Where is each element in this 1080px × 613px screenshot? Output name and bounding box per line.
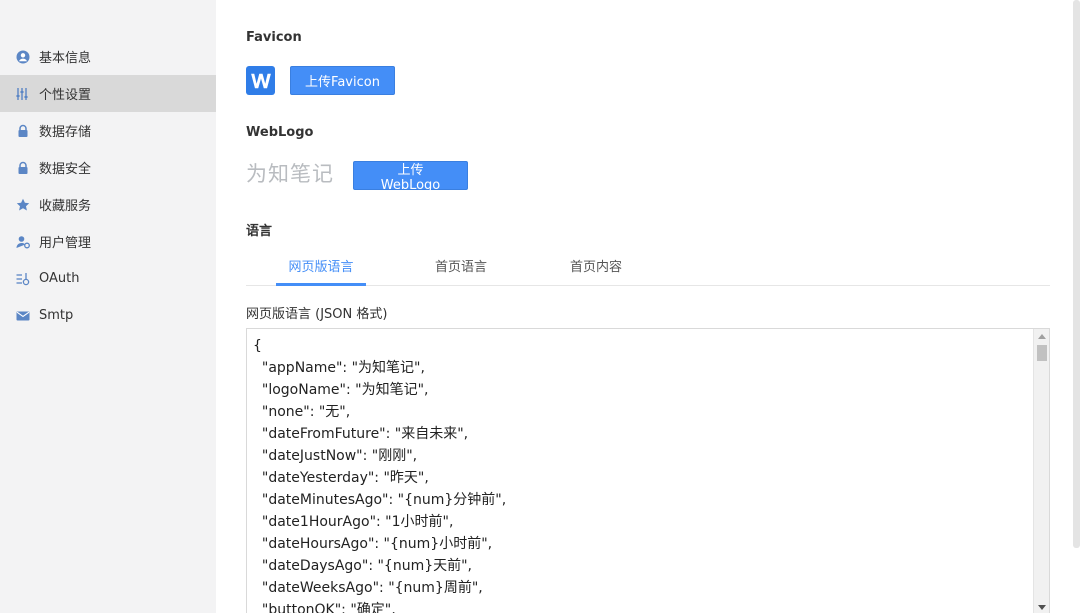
code-line: "buttonOK": "确定", bbox=[253, 602, 396, 613]
code-line: "dateMinutesAgo": "{num}分钟前", bbox=[253, 492, 507, 508]
code-line: "date1HourAgo": "1小时前", bbox=[253, 514, 454, 530]
sidebar-item-label: 数据安全 bbox=[39, 162, 92, 177]
editor-scrollbar[interactable] bbox=[1033, 329, 1049, 613]
code-line: "logoName": "为知笔记", bbox=[253, 382, 429, 398]
tab-web-language[interactable]: 网页版语言 bbox=[276, 246, 366, 286]
weblogo-preview: 为知笔记 bbox=[246, 162, 334, 186]
lock-icon bbox=[16, 161, 30, 175]
code-line: "none": "无", bbox=[253, 404, 351, 420]
sidebar-item-user-management[interactable]: 用户管理 bbox=[0, 223, 216, 260]
star-icon bbox=[16, 198, 30, 212]
favicon-section-title: Favicon bbox=[246, 30, 302, 45]
sidebar-item-basic-info[interactable]: 基本信息 bbox=[0, 38, 216, 75]
code-line: "dateHoursAgo": "{num}小时前", bbox=[253, 536, 493, 552]
sidebar-item-personalization[interactable]: 个性设置 bbox=[0, 75, 216, 112]
scroll-thumb[interactable] bbox=[1037, 345, 1047, 361]
language-section-title: 语言 bbox=[246, 224, 273, 239]
sidebar-item-smtp[interactable]: Smtp bbox=[0, 297, 216, 334]
weblogo-section-title: WebLogo bbox=[246, 125, 314, 140]
sidebar-item-oauth[interactable]: OAuth bbox=[0, 260, 216, 297]
scroll-down-arrow-icon[interactable] bbox=[1038, 605, 1046, 610]
user-circle-icon bbox=[16, 50, 30, 64]
sidebar-item-label: 个性设置 bbox=[39, 88, 92, 103]
language-tabs: 网页版语言 首页语言 首页内容 bbox=[246, 246, 1050, 286]
scroll-up-arrow-icon[interactable] bbox=[1038, 334, 1046, 339]
sidebar-item-label: Smtp bbox=[39, 308, 74, 323]
page-scrollbar[interactable] bbox=[1073, 0, 1080, 548]
json-editor-label: 网页版语言 (JSON 格式) bbox=[246, 307, 388, 322]
mail-icon bbox=[16, 309, 30, 323]
sidebar: 基本信息 个性设置 数据存储 数据安全 收藏服务 用户管理 OAuth Smtp bbox=[0, 0, 216, 613]
sidebar-item-label: 用户管理 bbox=[39, 236, 92, 251]
sidebar-item-label: 收藏服务 bbox=[39, 199, 92, 214]
lock-icon bbox=[16, 124, 30, 138]
tab-home-language[interactable]: 首页语言 bbox=[416, 246, 506, 286]
wiz-w-logo-icon bbox=[246, 66, 275, 95]
code-line: "dateYesterday": "昨天", bbox=[253, 470, 429, 486]
main-content: Favicon 上传Favicon WebLogo 为知笔记 上传WebLogo… bbox=[246, 0, 1050, 613]
sidebar-item-label: 基本信息 bbox=[39, 51, 92, 66]
code-line: "dateWeeksAgo": "{num}周前", bbox=[253, 580, 483, 596]
sidebar-item-data-security[interactable]: 数据安全 bbox=[0, 149, 216, 186]
sidebar-item-data-storage[interactable]: 数据存储 bbox=[0, 112, 216, 149]
upload-favicon-button[interactable]: 上传Favicon bbox=[290, 66, 395, 95]
sliders-icon bbox=[16, 87, 30, 101]
code-line: "dateFromFuture": "来自未来", bbox=[253, 426, 469, 442]
upload-weblogo-button[interactable]: 上传WebLogo bbox=[353, 161, 468, 193]
oauth-icon bbox=[16, 272, 30, 286]
code-line: { bbox=[253, 338, 262, 354]
code-line: "dateJustNow": "刚刚", bbox=[253, 448, 418, 464]
sidebar-item-label: OAuth bbox=[39, 271, 80, 286]
code-line: "dateDaysAgo": "{num}天前", bbox=[253, 558, 473, 574]
sidebar-item-label: 数据存储 bbox=[39, 125, 92, 140]
sidebar-item-favorites-service[interactable]: 收藏服务 bbox=[0, 186, 216, 223]
json-code: { "appName": "为知笔记", "logoName": "为知笔记",… bbox=[253, 335, 506, 613]
user-gear-icon bbox=[16, 235, 30, 249]
code-line: "appName": "为知笔记", bbox=[253, 360, 425, 376]
tab-home-content[interactable]: 首页内容 bbox=[551, 246, 641, 286]
json-editor-textarea[interactable]: { "appName": "为知笔记", "logoName": "为知笔记",… bbox=[246, 328, 1050, 613]
